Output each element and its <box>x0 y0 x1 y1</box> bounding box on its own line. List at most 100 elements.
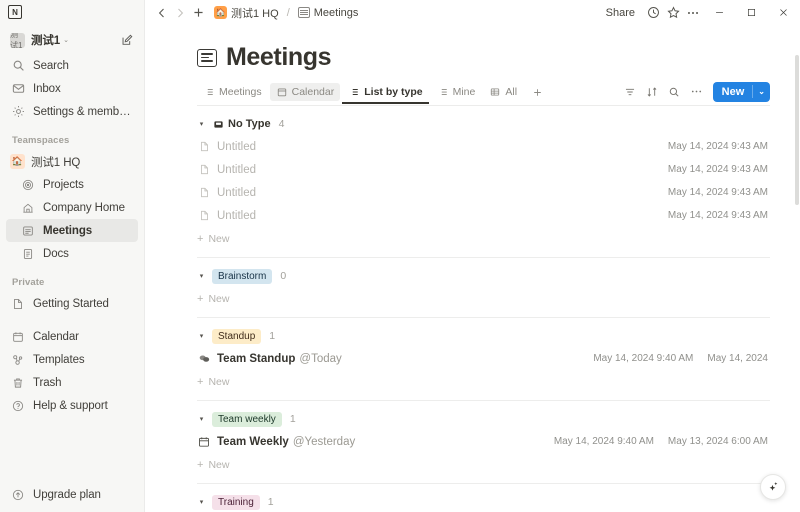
main-area: 🏠 测试1 HQ / Meetings Share <box>145 0 800 512</box>
sort-icon[interactable] <box>643 82 662 101</box>
sidebar-item-projects[interactable]: Projects <box>6 173 138 196</box>
ai-sparkle-button[interactable] <box>760 474 786 500</box>
group-team-weekly: ▾ Team weekly 1 Team Weekly @Yesterday <box>197 401 770 484</box>
page-body: Meetings Meetings <box>145 43 800 512</box>
calendar-view-icon <box>276 86 288 98</box>
sidebar-item-inbox[interactable]: Inbox <box>6 77 138 100</box>
new-item-label: New <box>208 233 229 245</box>
row-mention: @Today <box>299 353 341 365</box>
group-badge: Standup <box>212 329 261 344</box>
group-header[interactable]: ▾ Brainstorm 0 <box>197 267 770 285</box>
sidebar-item-settings[interactable]: Settings & members <box>6 100 138 123</box>
filter-icon[interactable] <box>621 82 640 101</box>
table-row[interactable]: Untitled May 14, 2024 9:43 AM <box>197 183 770 202</box>
sidebar-item-search[interactable]: Search <box>6 54 138 77</box>
new-item-button[interactable]: + New <box>197 456 770 474</box>
tab-list-by-type[interactable]: List by type <box>342 83 428 103</box>
share-button[interactable]: Share <box>599 4 642 22</box>
tab-label: Meetings <box>219 86 262 98</box>
sidebar-item-getting-started[interactable]: Getting Started <box>6 292 138 315</box>
breadcrumb-separator: / <box>287 7 290 19</box>
plus-icon: + <box>197 234 203 245</box>
new-button[interactable]: New ⌄ <box>713 82 770 102</box>
add-view-button[interactable] <box>525 83 549 103</box>
tab-meetings[interactable]: Meetings <box>197 83 268 103</box>
collapse-caret-icon[interactable]: ▾ <box>197 498 206 506</box>
table-row[interactable]: Untitled May 14, 2024 9:43 AM <box>197 160 770 179</box>
app-window: N 测试1 测试1 ⌄ Search <box>0 0 800 512</box>
collapse-caret-icon[interactable]: ▾ <box>197 120 206 128</box>
speech-bubbles-icon <box>197 353 211 365</box>
app-logo-row: N <box>0 0 144 24</box>
sidebar-item-label: Trash <box>33 377 61 389</box>
view-tabs: Meetings Calendar <box>197 81 770 106</box>
new-item-button[interactable]: + New <box>197 373 770 391</box>
star-icon[interactable] <box>664 4 682 22</box>
row-mention: @Yesterday <box>293 436 355 448</box>
sidebar-item-meetings[interactable]: Meetings <box>6 219 138 242</box>
collapse-caret-icon[interactable]: ▾ <box>197 415 206 423</box>
new-item-button[interactable]: + New <box>197 230 770 248</box>
new-item-button[interactable]: + New <box>197 290 770 308</box>
page-icon <box>197 210 211 221</box>
sidebar-item-company-home[interactable]: Company Home <box>6 196 138 219</box>
list-icon <box>203 86 215 98</box>
sidebar-item-templates[interactable]: Templates <box>6 348 138 371</box>
group-header[interactable]: ▾ No Type 4 <box>197 115 770 133</box>
search-icon[interactable] <box>665 82 684 101</box>
new-item-label: New <box>208 376 229 388</box>
row-title: Untitled <box>217 187 256 199</box>
window-close-button[interactable] <box>768 0 798 25</box>
trash-icon <box>10 375 26 391</box>
sidebar-item-label: Search <box>33 60 69 72</box>
breadcrumb-item-hq[interactable]: 🏠 测试1 HQ <box>211 4 282 22</box>
sidebar-item-label: Company Home <box>43 202 125 214</box>
forward-button[interactable] <box>171 4 189 22</box>
table-row[interactable]: Team Standup @Today May 14, 2024 9:40 AM… <box>197 349 770 368</box>
more-horizontal-icon[interactable] <box>687 82 706 101</box>
inbox-icon <box>10 81 26 97</box>
sidebar: N 测试1 测试1 ⌄ Search <box>0 0 145 512</box>
group-header[interactable]: ▾ Team weekly 1 <box>197 410 770 428</box>
breadcrumb-item-meetings[interactable]: Meetings <box>295 6 362 20</box>
view-controls: New ⌄ <box>621 82 770 105</box>
group-count: 1 <box>268 496 274 508</box>
collapse-caret-icon[interactable]: ▾ <box>197 272 206 280</box>
window-minimize-button[interactable] <box>704 0 734 25</box>
back-button[interactable] <box>153 4 171 22</box>
row-date-created: May 14, 2024 9:40 AM <box>554 436 654 447</box>
table-row[interactable]: Untitled May 14, 2024 9:43 AM <box>197 137 770 156</box>
page-icon <box>197 141 211 152</box>
tab-mine[interactable]: Mine <box>431 83 482 103</box>
tab-calendar[interactable]: Calendar <box>270 83 341 101</box>
new-item-label: New <box>208 293 229 305</box>
sidebar-item-help[interactable]: Help & support <box>6 394 138 417</box>
table-row[interactable]: Untitled May 14, 2024 9:43 AM <box>197 206 770 225</box>
plus-icon: + <box>197 377 203 388</box>
sidebar-item-trash[interactable]: Trash <box>6 371 138 394</box>
sidebar-spacer <box>0 315 144 325</box>
new-page-icon[interactable] <box>120 33 134 47</box>
upgrade-plan-button[interactable]: Upgrade plan <box>6 483 138 506</box>
new-button-label: New <box>713 86 753 98</box>
workspace-switcher[interactable]: 测试1 测试1 ⌄ <box>6 28 138 52</box>
sidebar-item-docs[interactable]: Docs <box>6 242 138 265</box>
sidebar-item-calendar[interactable]: Calendar <box>6 325 138 348</box>
sidebar-item-hq[interactable]: 🏠 测试1 HQ <box>6 150 138 173</box>
workspace-avatar: 测试1 <box>10 33 25 48</box>
collapse-caret-icon[interactable]: ▾ <box>197 332 206 340</box>
page-icon <box>10 296 26 312</box>
table-row[interactable]: Team Weekly @Yesterday May 14, 2024 9:40… <box>197 432 770 451</box>
group-header[interactable]: ▾ Training 1 <box>197 493 770 511</box>
clock-icon[interactable] <box>644 4 662 22</box>
scrollbar-thumb[interactable] <box>795 55 799 205</box>
add-page-button[interactable] <box>189 4 207 22</box>
more-horizontal-icon[interactable] <box>684 4 702 22</box>
scrollbar[interactable] <box>795 25 800 512</box>
row-dates: May 14, 2024 9:40 AM May 13, 2024 6:00 A… <box>554 436 768 447</box>
chevron-down-icon[interactable]: ⌄ <box>753 87 770 96</box>
tab-all[interactable]: All <box>483 83 523 103</box>
row-title: Untitled <box>217 164 256 176</box>
window-maximize-button[interactable] <box>736 0 766 25</box>
group-header[interactable]: ▾ Standup 1 <box>197 327 770 345</box>
